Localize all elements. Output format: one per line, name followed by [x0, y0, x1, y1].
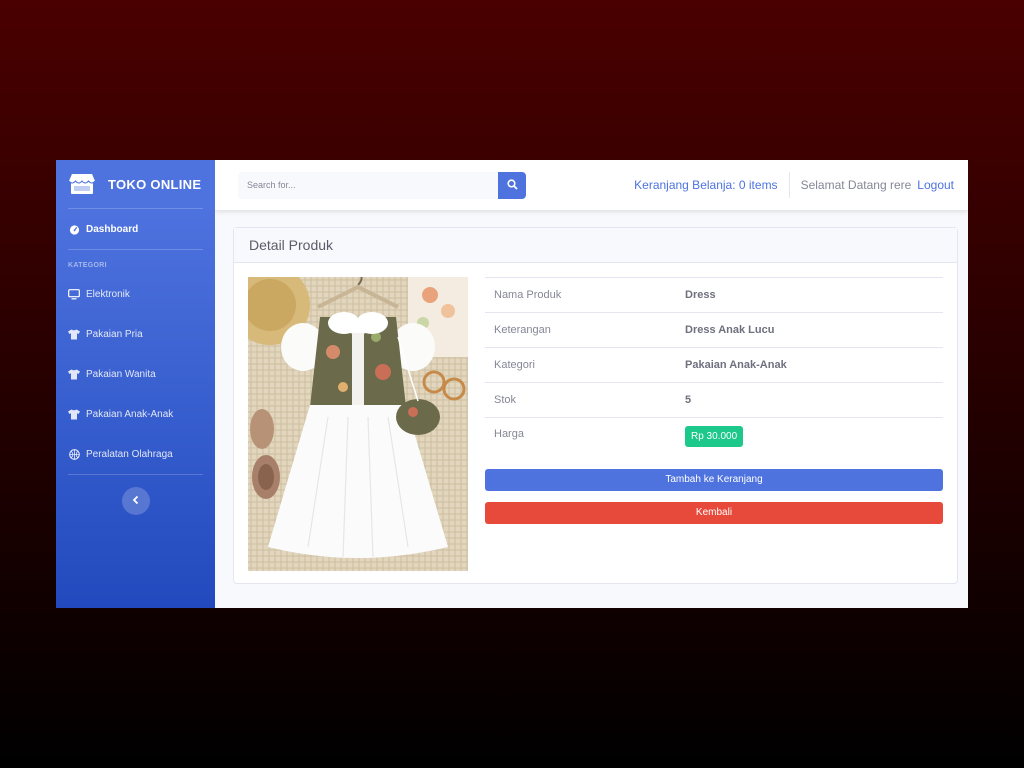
app-window: TOKO ONLINE Dashboard KATEGORI Elektroni… — [56, 160, 968, 608]
row-value: Rp 30.000 — [676, 417, 943, 453]
product-detail-card: Detail Produk Nama Produk Dress Keterang… — [233, 227, 958, 584]
card-body: Nama Produk Dress Keterangan Dress Anak … — [234, 263, 957, 571]
brand[interactable]: TOKO ONLINE — [56, 160, 215, 208]
price-badge: Rp 30.000 — [685, 426, 744, 447]
sidebar-item-elektronik[interactable]: Elektronik — [56, 274, 215, 314]
product-image — [248, 277, 468, 571]
row-label: Harga — [485, 417, 676, 453]
store-icon — [68, 172, 96, 196]
search-button[interactable] — [498, 171, 526, 199]
row-label: Keterangan — [485, 312, 676, 348]
main-area: Keranjang Belanja: 0 items Selamat Datan… — [215, 160, 968, 608]
sidebar-item-label: Dashboard — [86, 223, 139, 235]
tachometer-icon — [68, 223, 80, 235]
topbar-divider — [788, 172, 790, 198]
card-title: Detail Produk — [234, 228, 957, 263]
row-label: Kategori — [485, 347, 676, 383]
table-row: Nama Produk Dress — [485, 277, 943, 313]
sidebar-item-label: Elektronik — [86, 288, 130, 300]
row-value: Dress — [676, 277, 943, 313]
desktop-icon — [68, 288, 80, 300]
sidebar-item-label: Peralatan Olahraga — [86, 448, 173, 460]
sidebar-item-label: Pakaian Anak-Anak — [86, 408, 174, 420]
product-detail-table: Nama Produk Dress Keterangan Dress Anak … — [485, 277, 943, 453]
tshirt-icon — [68, 368, 80, 380]
table-row: Kategori Pakaian Anak-Anak — [485, 347, 943, 383]
row-label: Stok — [485, 382, 676, 418]
sidebar-item-pakaian-anak-anak[interactable]: Pakaian Anak-Anak — [56, 394, 215, 434]
sidebar-item-label: Pakaian Pria — [86, 328, 143, 340]
sidebar: TOKO ONLINE Dashboard KATEGORI Elektroni… — [56, 160, 215, 608]
topbar: Keranjang Belanja: 0 items Selamat Datan… — [215, 160, 968, 210]
row-value: Dress Anak Lucu — [676, 312, 943, 348]
chevron-left-icon — [132, 492, 140, 510]
sidebar-heading: KATEGORI — [68, 262, 107, 269]
row-value: 5 — [676, 382, 943, 418]
back-button[interactable]: Kembali — [485, 501, 943, 524]
welcome-text: Selamat Datang rere — [800, 178, 912, 192]
sidebar-item-dashboard[interactable]: Dashboard — [56, 209, 215, 249]
search-icon — [506, 178, 518, 193]
basketball-icon — [68, 448, 80, 460]
topbar-right: Keranjang Belanja: 0 items Selamat Datan… — [634, 172, 954, 198]
cart-link[interactable]: Keranjang Belanja: 0 items — [634, 178, 788, 192]
sidebar-divider — [68, 474, 203, 475]
table-row: Stok 5 — [485, 382, 943, 418]
sidebar-item-peralatan-olahraga[interactable]: Peralatan Olahraga — [56, 434, 215, 474]
row-value: Pakaian Anak-Anak — [676, 347, 943, 383]
tshirt-icon — [68, 408, 80, 420]
logout-link[interactable]: Logout — [917, 178, 954, 192]
sidebar-item-pakaian-wanita[interactable]: Pakaian Wanita — [56, 354, 215, 394]
product-detail: Nama Produk Dress Keterangan Dress Anak … — [485, 277, 943, 571]
add-to-cart-button[interactable]: Tambah ke Keranjang — [485, 468, 943, 491]
sidebar-item-label: Pakaian Wanita — [86, 368, 156, 380]
row-label: Nama Produk — [485, 277, 676, 313]
search-form — [238, 171, 526, 199]
sidebar-item-pakaian-pria[interactable]: Pakaian Pria — [56, 314, 215, 354]
table-row: Keterangan Dress Anak Lucu — [485, 312, 943, 348]
tshirt-icon — [68, 328, 80, 340]
page-content: Detail Produk Nama Produk Dress Keterang… — [215, 210, 968, 584]
sidebar-toggle-button[interactable] — [121, 487, 150, 515]
table-row: Harga Rp 30.000 — [485, 417, 943, 453]
search-input[interactable] — [238, 171, 498, 199]
brand-name: TOKO ONLINE — [108, 176, 202, 192]
